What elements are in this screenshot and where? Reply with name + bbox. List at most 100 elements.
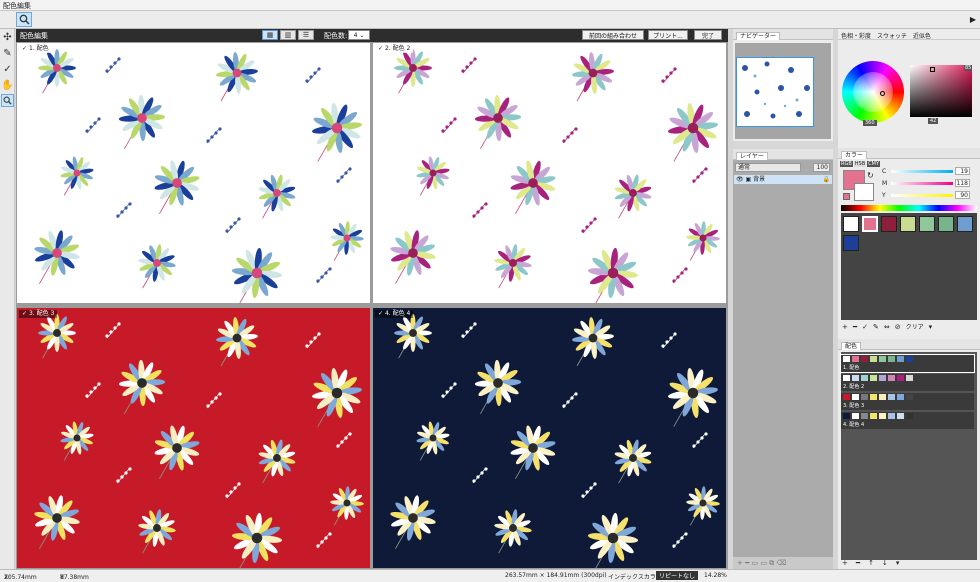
sv-marker[interactable] xyxy=(930,67,935,72)
hue-value: 360 xyxy=(863,120,877,126)
tab-hue-saturation[interactable]: 色相・彩度 xyxy=(841,33,871,40)
right-panel: 色相・彩度 スウォッチ 近似色 360 85 42 カラー RGB HSB CM… xyxy=(838,29,980,569)
palette-swatch[interactable] xyxy=(881,216,897,232)
scheme-swatch xyxy=(852,394,859,400)
view-columns-button[interactable]: ▥ xyxy=(280,30,296,40)
floral-pattern xyxy=(17,43,370,303)
check-icon[interactable]: ✓ xyxy=(862,323,868,331)
color-variant-panel-2[interactable]: ✓ 2. 配色 2 xyxy=(373,43,726,303)
lock-icon[interactable]: 🔒 xyxy=(823,175,830,184)
scheme-swatch xyxy=(861,394,868,400)
color-variant-panel-1[interactable]: ✓ 1. 配色 xyxy=(17,43,370,303)
layer-tab[interactable]: レイヤー xyxy=(736,152,768,160)
tab-swatch[interactable]: スウォッチ xyxy=(877,33,907,40)
scheme-swatch xyxy=(897,394,904,400)
scheme-swatch xyxy=(897,413,904,419)
scheme-swatch xyxy=(843,394,850,400)
palette-swatch[interactable] xyxy=(919,216,935,232)
zoom-tool-button[interactable] xyxy=(16,12,32,27)
scheme-swatch xyxy=(906,394,913,400)
variant-label: ✓ 1. 配色 xyxy=(19,45,52,53)
check-tool-icon[interactable]: ✓ xyxy=(1,63,14,76)
floral-pattern xyxy=(373,43,726,303)
mode-cmy[interactable]: CMY xyxy=(867,161,881,167)
tab-approx-color[interactable]: 近似色 xyxy=(913,33,931,40)
hue-marker[interactable] xyxy=(880,91,885,96)
mode-hsb[interactable]: HSB xyxy=(853,161,867,167)
add-icon[interactable]: + xyxy=(842,323,848,331)
palette-swatch[interactable] xyxy=(862,216,878,232)
small-color-chip[interactable] xyxy=(843,193,850,200)
move-up-icon[interactable]: ↑ xyxy=(868,559,874,567)
scheme-menu-icon[interactable]: ▾ xyxy=(896,559,900,567)
navigator-thumbnail xyxy=(742,61,810,119)
hue-wheel[interactable] xyxy=(842,61,904,123)
variant-label: ✓ 3. 配色 3 xyxy=(19,310,58,318)
scheme-row[interactable]: 1. 配色 xyxy=(840,354,975,373)
palette-swatch[interactable] xyxy=(843,235,859,251)
eyedropper-icon[interactable]: ✎ xyxy=(873,323,879,331)
layer-row-background[interactable]: 👁 ▣ 背景 🔒 xyxy=(734,175,832,184)
palette-swatch[interactable] xyxy=(938,216,954,232)
previous-combination-button[interactable]: 前回の組み合わせ xyxy=(582,30,644,40)
scheme-row[interactable]: 2. 配色 2 xyxy=(841,374,974,391)
toolbar-expand-arrow-icon[interactable]: ▶ xyxy=(970,15,976,24)
channel-y-value[interactable]: 90 xyxy=(955,191,970,199)
scheme-swatch xyxy=(888,394,895,400)
navigator-header: ナビゲーター xyxy=(733,29,833,40)
color-count-select[interactable]: 4 ⌄ xyxy=(348,30,370,40)
palette-swatch[interactable] xyxy=(957,216,973,232)
view-list-button[interactable]: ☰ xyxy=(298,30,314,40)
palette-swatch[interactable] xyxy=(843,216,859,232)
palette-clear[interactable]: クリア xyxy=(906,322,924,331)
scheme-swatch xyxy=(870,394,877,400)
add-scheme-icon[interactable]: + xyxy=(842,559,848,567)
scheme-row[interactable]: 3. 配色 3 xyxy=(841,393,974,410)
color-variant-panel-4[interactable]: ✓ 4. 配色 4 xyxy=(373,308,726,568)
channel-c-slider[interactable] xyxy=(891,170,953,173)
blend-mode-select[interactable]: 通常 xyxy=(735,163,801,172)
link-icon[interactable]: ⇔ xyxy=(884,323,890,331)
scheme-row[interactable]: 4. 配色 4 xyxy=(841,412,974,429)
saturation-value-box[interactable] xyxy=(910,65,972,117)
eyedropper-tool-icon[interactable]: ✎ xyxy=(1,47,14,60)
scheme-swatch xyxy=(906,413,913,419)
color-variant-panel-3[interactable]: ✓ 3. 配色 3 xyxy=(17,308,370,568)
channel-y-slider[interactable] xyxy=(891,194,953,197)
move-tool-icon[interactable]: ✣ xyxy=(1,31,14,44)
print-button[interactable]: プリント... xyxy=(648,30,688,40)
scheme-swatch xyxy=(888,375,895,381)
navigator-panel: ナビゲーター xyxy=(733,29,833,141)
scheme-swatch xyxy=(879,356,886,362)
reset-icon[interactable]: ⊘ xyxy=(895,323,901,331)
opacity-input[interactable]: 100 xyxy=(813,163,830,172)
hand-tool-icon[interactable]: ✋ xyxy=(1,79,14,92)
eye-icon[interactable]: 👁 xyxy=(736,176,744,183)
palette-swatch[interactable] xyxy=(900,216,916,232)
navigator-tab[interactable]: ナビゲーター xyxy=(736,32,781,40)
channel-m-slider[interactable] xyxy=(891,182,953,185)
palette-toolbar: + ━ ✓ ✎ ⇔ ⊘ クリア ▾ xyxy=(842,322,978,332)
remove-icon[interactable]: ━ xyxy=(853,323,857,331)
scheme-swatch xyxy=(861,356,868,362)
left-toolbox: ✣ ✎ ✓ ✋ xyxy=(0,29,15,569)
scheme-swatch xyxy=(897,375,904,381)
secondary-color-chip[interactable] xyxy=(854,183,874,201)
channel-m-value[interactable]: 118 xyxy=(955,179,970,187)
zoom-tool-icon[interactable] xyxy=(1,94,14,107)
mode-rgb[interactable]: RGB xyxy=(840,161,853,167)
magnifier-icon xyxy=(19,14,30,25)
move-down-icon[interactable]: ↓ xyxy=(882,559,888,567)
channel-c-value[interactable]: 19 xyxy=(955,167,970,175)
remove-scheme-icon[interactable]: ━ xyxy=(856,559,860,567)
navigator-preview[interactable] xyxy=(736,57,814,127)
scheme-swatch xyxy=(852,413,859,419)
color-spectrum-bar[interactable] xyxy=(841,205,977,211)
scheme-swatch xyxy=(870,356,877,362)
layer-panel: レイヤー 通常 100 👁 ▣ 背景 🔒 + ━ ▭ ▭ ⧉ ⌫ xyxy=(733,149,833,569)
view-grid-button[interactable]: ▦ xyxy=(262,30,278,40)
palette-menu-icon[interactable]: ▾ xyxy=(929,323,933,331)
swap-colors-icon[interactable]: ↻ xyxy=(867,171,874,180)
layer-footer-buttons[interactable]: + ━ ▭ ▭ ⧉ ⌫ xyxy=(733,557,833,569)
done-button[interactable]: 完了 xyxy=(694,30,722,40)
